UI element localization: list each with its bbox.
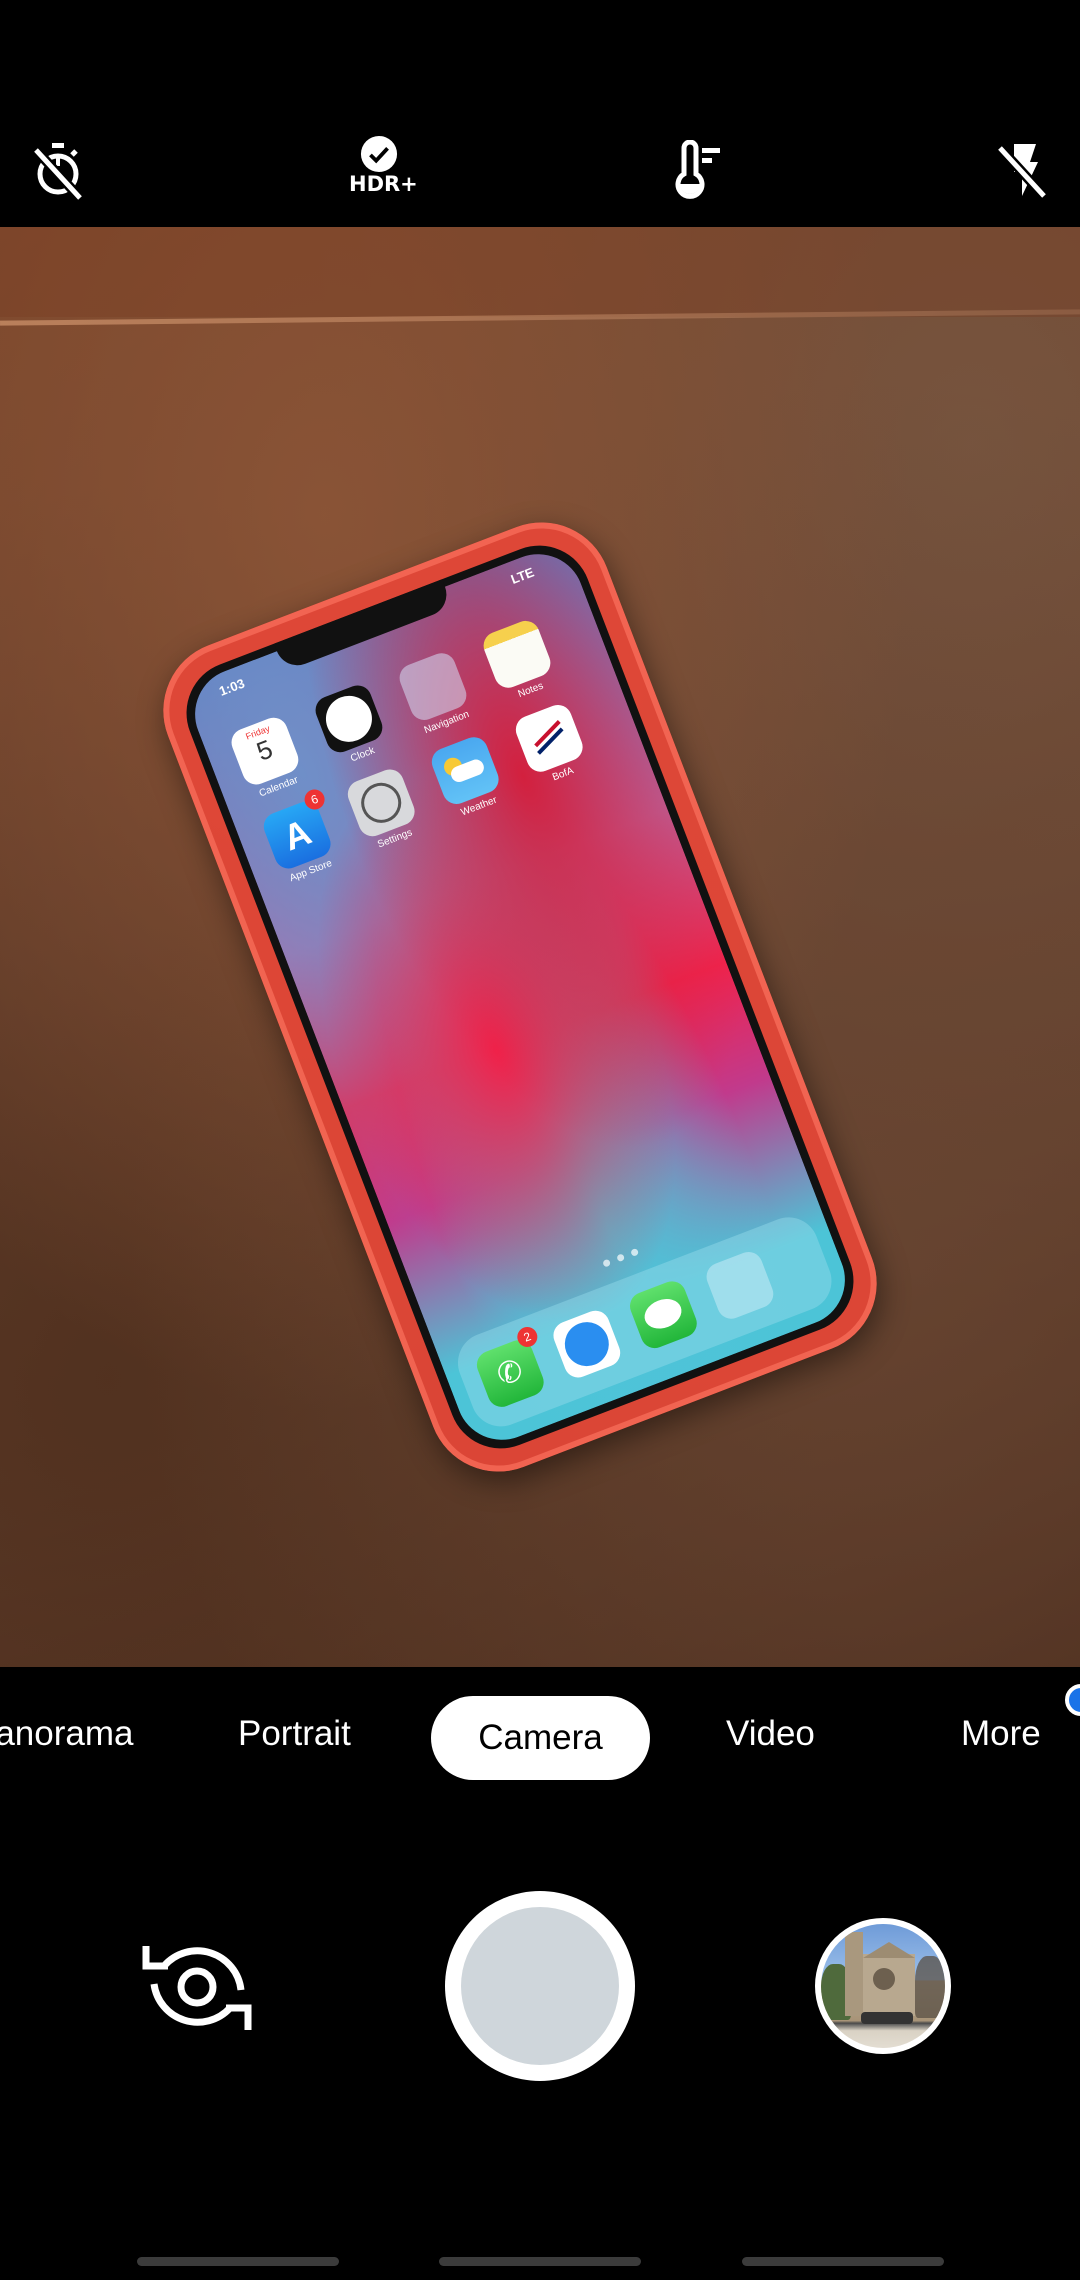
thumbnail-image (821, 1924, 945, 2048)
nav-pill-left[interactable] (137, 2257, 339, 2266)
mode-more[interactable]: More (961, 1713, 1041, 1755)
camera-top-bar: HDR+ (0, 0, 1080, 227)
timer-off-icon[interactable] (28, 140, 88, 200)
camera-controls (0, 1810, 1080, 2200)
nav-pill-center[interactable] (439, 2257, 641, 2266)
app-safari (549, 1306, 625, 1382)
mode-panorama[interactable]: Panorama (0, 1713, 133, 1755)
table-back-edge (0, 227, 1080, 317)
nav-pill-right[interactable] (742, 2257, 944, 2266)
photographed-phone: 1:03 LTE Friday 5 Calendar Clock Navigat… (142, 502, 898, 1492)
app-messages (625, 1277, 701, 1353)
last-photo-thumbnail[interactable] (815, 1918, 951, 2054)
phone-network: LTE (508, 564, 537, 587)
switch-camera-icon (142, 1946, 252, 2030)
phone-wallpaper: 1:03 LTE Friday 5 Calendar Clock Navigat… (181, 540, 859, 1454)
app-phone: ✆ (472, 1336, 548, 1411)
app-folder (702, 1247, 778, 1323)
mode-video[interactable]: Video (726, 1713, 815, 1755)
flash-off-icon[interactable] (992, 140, 1052, 200)
mode-camera-selected[interactable]: Camera (431, 1696, 650, 1780)
hdr-plus-label: HDR+ (349, 172, 418, 196)
phone-screen: 1:03 LTE Friday 5 Calendar Clock Navigat… (171, 530, 869, 1464)
system-navigation-bar (0, 2200, 1080, 2280)
switch-camera-button[interactable] (136, 1926, 258, 2048)
viewfinder[interactable]: 1:03 LTE Friday 5 Calendar Clock Navigat… (0, 227, 1080, 1667)
mode-portrait[interactable]: Portrait (238, 1713, 351, 1755)
mode-selector: Panorama Portrait Camera Video More (0, 1667, 1080, 1810)
notification-dot (1065, 1684, 1080, 1716)
hdr-plus-toggle[interactable]: HDR+ (349, 135, 418, 205)
hdr-plus-icon (360, 135, 398, 173)
shutter-inner (461, 1907, 619, 2065)
phone-time: 1:03 (217, 675, 247, 699)
white-balance-icon[interactable] (670, 140, 730, 200)
shutter-button[interactable] (445, 1891, 635, 2081)
